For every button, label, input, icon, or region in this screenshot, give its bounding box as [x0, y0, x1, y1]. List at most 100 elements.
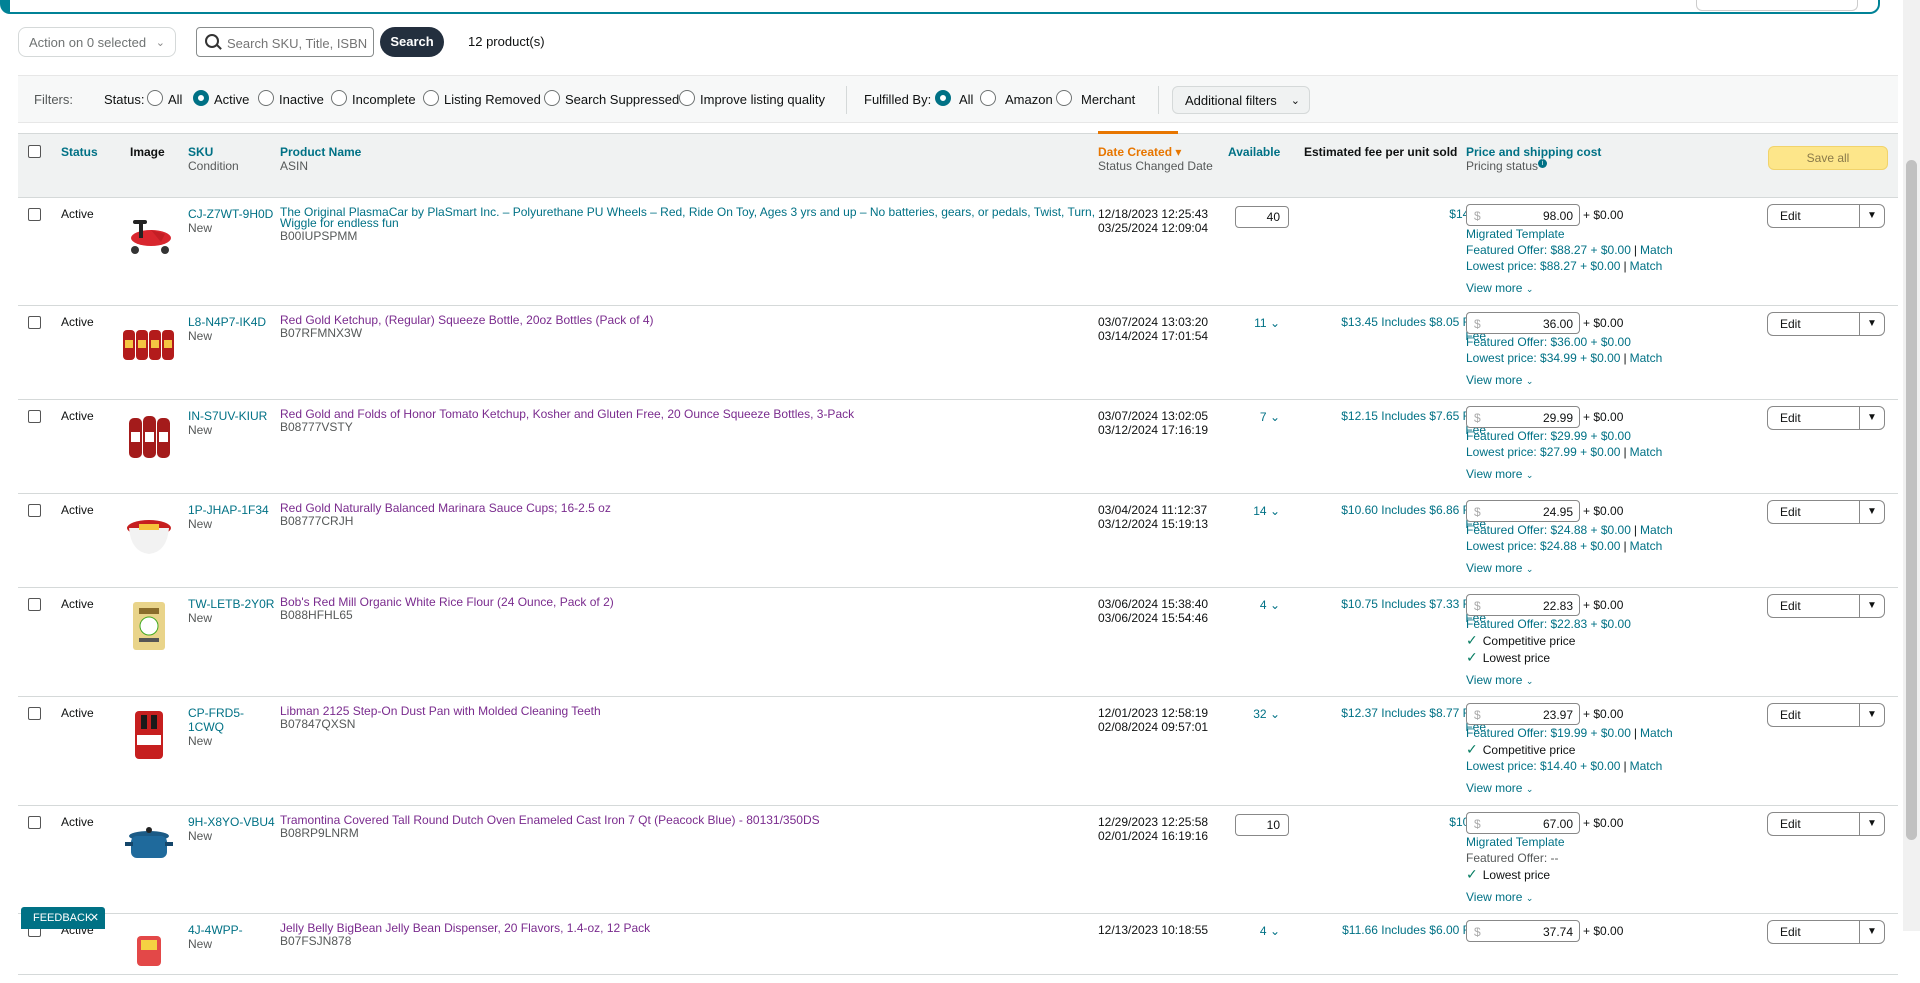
- view-more-link[interactable]: View more ⌄: [1466, 889, 1686, 906]
- scrollbar-thumb[interactable]: [1906, 160, 1917, 840]
- status-option-incomplete[interactable]: Incomplete: [352, 92, 416, 107]
- additional-filters-button[interactable]: Additional filters ⌄: [1172, 86, 1310, 114]
- search-field[interactable]: [196, 27, 374, 57]
- edit-button[interactable]: Edit ▼: [1767, 204, 1885, 228]
- available-quantity[interactable]: 7 ⌄: [1236, 410, 1280, 424]
- product-image[interactable]: [121, 707, 177, 763]
- product-name-link[interactable]: The Original PlasmaCar by PlaSmart Inc. …: [280, 206, 1102, 229]
- view-more-link[interactable]: View more ⌄: [1466, 672, 1686, 689]
- chevron-down-icon[interactable]: ▼: [1859, 595, 1884, 617]
- product-name-link[interactable]: Jelly Belly BigBean Jelly Bean Dispenser…: [280, 922, 1102, 934]
- status-option-search-suppressed[interactable]: Search Suppressed: [565, 92, 679, 107]
- header-sku[interactable]: SKU: [188, 145, 213, 159]
- product-image[interactable]: [121, 208, 177, 264]
- fulfilled-option-merchant[interactable]: Merchant: [1081, 92, 1135, 107]
- product-image[interactable]: [121, 816, 177, 872]
- chevron-down-icon[interactable]: ▼: [1859, 704, 1884, 726]
- price-input[interactable]: $ 29.99: [1466, 406, 1580, 428]
- status-radio-all[interactable]: [147, 90, 163, 106]
- sku-link[interactable]: 9H-X8YO-VBU4: [188, 815, 276, 829]
- price-input[interactable]: $ 36.00: [1466, 312, 1580, 334]
- product-image[interactable]: [121, 924, 177, 980]
- price-input[interactable]: $ 22.83: [1466, 594, 1580, 616]
- row-checkbox[interactable]: [28, 316, 41, 329]
- status-radio-incomplete[interactable]: [331, 90, 347, 106]
- product-image[interactable]: [121, 316, 177, 372]
- view-more-link[interactable]: View more ⌄: [1466, 780, 1686, 797]
- sku-link[interactable]: TW-LETB-2Y0R: [188, 597, 276, 611]
- chevron-down-icon[interactable]: ▼: [1859, 921, 1884, 943]
- status-radio-active[interactable]: [193, 90, 209, 106]
- available-input[interactable]: 10: [1235, 814, 1289, 836]
- product-image[interactable]: [121, 598, 177, 654]
- chevron-down-icon[interactable]: ▼: [1859, 205, 1884, 227]
- sku-link[interactable]: 4J-4WPP-: [188, 923, 276, 937]
- edit-button[interactable]: Edit ▼: [1767, 406, 1885, 430]
- edit-button[interactable]: Edit ▼: [1767, 594, 1885, 618]
- match-link[interactable]: Match: [1630, 259, 1663, 273]
- search-input[interactable]: [225, 32, 369, 54]
- match-link[interactable]: Match: [1630, 539, 1663, 553]
- fulfilled-option-amazon[interactable]: Amazon: [1005, 92, 1053, 107]
- sku-link[interactable]: L8-N4P7-IK4D: [188, 315, 276, 329]
- price-input[interactable]: $ 23.97: [1466, 703, 1580, 725]
- product-name-link[interactable]: Bob's Red Mill Organic White Rice Flour …: [280, 596, 1102, 608]
- match-link[interactable]: Match: [1630, 445, 1663, 459]
- sku-link[interactable]: IN-S7UV-KIUR: [188, 409, 276, 423]
- price-input[interactable]: $ 37.74: [1466, 920, 1580, 942]
- header-available[interactable]: Available: [1228, 145, 1280, 159]
- row-checkbox[interactable]: [28, 816, 41, 829]
- status-option-all[interactable]: All: [168, 92, 182, 107]
- chevron-down-icon[interactable]: ▼: [1859, 313, 1884, 335]
- select-all-checkbox[interactable]: [28, 145, 41, 158]
- available-quantity[interactable]: 4 ⌄: [1236, 598, 1280, 612]
- edit-button[interactable]: Edit ▼: [1767, 812, 1885, 836]
- chevron-down-icon[interactable]: ▼: [1859, 407, 1884, 429]
- header-status[interactable]: Status: [61, 145, 98, 159]
- price-input[interactable]: $ 67.00: [1466, 812, 1580, 834]
- view-more-link[interactable]: View more ⌄: [1466, 372, 1686, 389]
- status-option-improve-quality[interactable]: Improve listing quality: [700, 92, 825, 107]
- info-icon[interactable]: i: [1538, 159, 1548, 168]
- fulfilled-radio-amazon[interactable]: [980, 90, 996, 106]
- status-option-inactive[interactable]: Inactive: [279, 92, 324, 107]
- row-checkbox[interactable]: [28, 504, 41, 517]
- sku-link[interactable]: 1P-JHAP-1F34: [188, 503, 276, 517]
- edit-button[interactable]: Edit ▼: [1767, 500, 1885, 524]
- status-radio-search-suppressed[interactable]: [544, 90, 560, 106]
- status-option-active[interactable]: Active: [214, 92, 249, 107]
- sku-link[interactable]: CP-FRD5-1CWQ: [188, 706, 276, 734]
- close-icon[interactable]: ✕: [90, 907, 99, 929]
- product-name-link[interactable]: Libman 2125 Step-On Dust Pan with Molded…: [280, 705, 1102, 717]
- price-input[interactable]: $ 24.95: [1466, 500, 1580, 522]
- available-input[interactable]: 40: [1235, 206, 1289, 228]
- available-quantity[interactable]: 11 ⌄: [1236, 316, 1280, 330]
- status-radio-inactive[interactable]: [258, 90, 274, 106]
- feedback-button[interactable]: FEEDBACK ✕: [21, 907, 105, 929]
- edit-button[interactable]: Edit ▼: [1767, 920, 1885, 944]
- fulfilled-option-all[interactable]: All: [959, 92, 973, 107]
- search-button[interactable]: Search: [380, 27, 444, 57]
- header-date-created[interactable]: Date Created ▾: [1098, 145, 1181, 159]
- available-quantity[interactable]: 4 ⌄: [1236, 924, 1280, 938]
- product-image[interactable]: [121, 504, 177, 560]
- match-link[interactable]: Match: [1640, 726, 1673, 740]
- chevron-down-icon[interactable]: ▼: [1859, 501, 1884, 523]
- status-radio-listing-removed[interactable]: [423, 90, 439, 106]
- status-radio-improve-quality[interactable]: [679, 90, 695, 106]
- fulfilled-radio-merchant[interactable]: [1056, 90, 1072, 106]
- product-name-link[interactable]: Tramontina Covered Tall Round Dutch Oven…: [280, 814, 1102, 826]
- banner-button[interactable]: [1696, 0, 1858, 11]
- fulfilled-radio-all[interactable]: [935, 90, 951, 106]
- product-name-link[interactable]: Red Gold Ketchup, (Regular) Squeeze Bott…: [280, 314, 1102, 326]
- product-name-link[interactable]: Red Gold Naturally Balanced Marinara Sau…: [280, 502, 1102, 514]
- status-option-listing-removed[interactable]: Listing Removed: [444, 92, 541, 107]
- vertical-scrollbar[interactable]: [1903, 0, 1920, 931]
- edit-button[interactable]: Edit ▼: [1767, 703, 1885, 727]
- match-link[interactable]: Match: [1630, 351, 1663, 365]
- bulk-action-select[interactable]: Action on 0 selected ⌄: [18, 27, 176, 57]
- product-image[interactable]: [121, 410, 177, 466]
- product-name-link[interactable]: Red Gold and Folds of Honor Tomato Ketch…: [280, 408, 1102, 420]
- header-product-name[interactable]: Product Name: [280, 145, 361, 159]
- row-checkbox[interactable]: [28, 208, 41, 221]
